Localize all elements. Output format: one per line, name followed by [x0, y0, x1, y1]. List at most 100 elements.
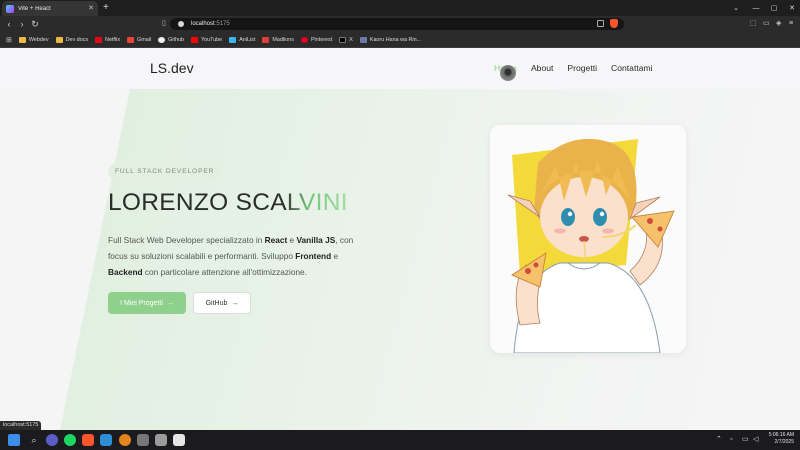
github-button[interactable]: GitHub → [193, 292, 251, 314]
apps-icon[interactable]: ⊞ [6, 36, 12, 44]
sidebar-icon[interactable]: ▭ [763, 19, 770, 29]
bookmark-github[interactable]: Github [158, 37, 184, 43]
desc-frontend: Frontend [295, 251, 332, 261]
close-window-button[interactable]: ✕ [782, 0, 800, 16]
role-badge: FULL STACK DEVELOPER [108, 163, 222, 180]
bookmark-kaoru[interactable]: Kaoru Hana wa Rin... [359, 37, 422, 43]
github-button-label: GitHub [205, 299, 228, 307]
brave-icon[interactable] [82, 434, 94, 446]
display-icon[interactable]: ▭ [742, 434, 749, 446]
forward-icon[interactable]: › [16, 18, 28, 30]
bookmark-anilist[interactable]: AniList [229, 37, 255, 43]
bookmark-madlions[interactable]: Madlions [262, 37, 294, 43]
bookmark-pinterest[interactable]: Pinterest [300, 37, 333, 43]
reload-icon[interactable]: ↻ [29, 18, 41, 30]
menu-icon[interactable]: ≡ [789, 19, 793, 29]
desc-text: e [331, 251, 339, 261]
name-highlight: LVINI [286, 189, 348, 216]
x-icon [339, 37, 347, 43]
hero-description: Full Stack Web Developer specializzato i… [108, 232, 370, 280]
madlions-icon [262, 37, 270, 43]
nav-contattami[interactable]: Contattami [611, 63, 653, 73]
tab-strip: Vite + React ✕ + ⌄ — ▢ ✕ [0, 0, 800, 16]
notion-icon[interactable] [173, 434, 185, 446]
folder-icon [18, 37, 26, 43]
bookmark-label: Gmail [137, 37, 152, 43]
brave-shields-icon[interactable] [610, 19, 618, 28]
search-icon[interactable]: ⌕ [28, 434, 40, 446]
settings-icon[interactable] [137, 434, 149, 446]
bookmark-label: Netflix [105, 37, 121, 43]
arrow-right-icon: → [166, 299, 174, 307]
url-host: localhost [191, 21, 215, 27]
desc-react: React [264, 235, 288, 245]
projects-button-label: I Miei Progetti [120, 299, 163, 307]
desc-text: Full Stack Web Developer specializzato i… [108, 235, 265, 245]
bookmarks-bar: ⊞ Webdev Dev docs Netflix Gmail Github Y… [0, 33, 800, 48]
app-icon[interactable] [155, 434, 167, 446]
browser-tab[interactable]: Vite + React ✕ [2, 1, 98, 16]
folder-icon [55, 37, 63, 43]
spotify-icon[interactable] [64, 434, 76, 446]
bookmark-label: Kaoru Hana wa Rin... [369, 37, 422, 43]
bookmark-label: Github [168, 37, 184, 43]
system-clock[interactable]: 5:06:16 AM 2/7/2025 [764, 432, 794, 446]
desc-text: con particolare attenzione all'ottimizza… [142, 267, 307, 277]
new-tab-button[interactable]: + [103, 1, 109, 15]
status-url-tooltip: localhost:5175 [0, 421, 42, 430]
bookmark-gmail[interactable]: Gmail [127, 37, 151, 43]
nav-links: Home About Progetti Contattami [494, 63, 653, 73]
bookmark-icon[interactable]: ▯ [162, 18, 166, 30]
anime-character-illustration [507, 138, 675, 353]
bookmark-label: Dev docs [65, 37, 89, 43]
maximize-button[interactable]: ▢ [764, 0, 784, 16]
tab-title: Vite + React [18, 5, 51, 12]
hero-name: LORENZO SCALVINI [108, 189, 348, 217]
desc-vanilla: Vanilla JS [296, 235, 336, 245]
clock-date: 2/7/2025 [774, 439, 794, 445]
bookmark-youtube[interactable]: YouTube [191, 37, 222, 43]
arrow-right-icon: → [231, 299, 239, 307]
address-bar[interactable]: localhost :5175 [170, 18, 624, 30]
minimize-button[interactable]: — [746, 0, 766, 16]
bookmark-label: YouTube [201, 37, 223, 43]
vscode-icon[interactable] [100, 434, 112, 446]
bookmark-x[interactable]: X [339, 37, 353, 43]
web-page: LS.dev Home About Progetti Contattami FU… [0, 48, 800, 430]
back-icon[interactable]: ‹ [3, 18, 15, 30]
discord-icon[interactable] [46, 434, 58, 446]
bookmark-label: AniList [239, 37, 256, 43]
bookmark-label: Webdev [28, 37, 49, 43]
browser-toolbar: ‹ › ↻ ▯ localhost :5175 ⬚ ▭ ◈ ≡ [0, 16, 800, 33]
bookmark-label: Madlions [272, 37, 294, 43]
desc-backend: Backend [108, 267, 143, 277]
tab-search-icon[interactable]: ⌄ [726, 0, 746, 16]
extensions-icon[interactable]: ⬚ [750, 19, 757, 29]
bookmark-dev-docs[interactable]: Dev docs [55, 37, 89, 43]
site-logo[interactable]: LS.dev [150, 60, 194, 76]
close-tab-icon[interactable]: ✕ [88, 5, 94, 12]
nav-about[interactable]: About [531, 63, 553, 73]
start-icon[interactable] [8, 434, 20, 446]
volume-icon[interactable]: ◁ [753, 434, 758, 446]
page-icon [359, 37, 367, 43]
projects-button[interactable]: I Miei Progetti → [108, 292, 186, 314]
windows-taskbar: ⌕ ⌃ ▫ ▭ ◁ 5:06:16 AM 2/7/2025 [0, 430, 800, 450]
vite-favicon-icon [6, 4, 14, 13]
hero-illustration [490, 125, 686, 353]
pinterest-icon [300, 37, 308, 43]
share-icon[interactable] [597, 20, 604, 27]
nav-progetti[interactable]: Progetti [567, 63, 597, 73]
bookmark-netflix[interactable]: Netflix [95, 37, 120, 43]
wallet-icon[interactable]: ◈ [776, 19, 781, 29]
bookmark-label: X [349, 37, 353, 43]
bookmark-webdev[interactable]: Webdev [18, 37, 49, 43]
blender-icon[interactable] [119, 434, 131, 446]
language-icon[interactable]: ▫ [730, 434, 732, 446]
name-dark: LORENZO SCA [108, 189, 287, 216]
bookmark-label: Pinterest [310, 37, 333, 43]
tray-chevron-icon[interactable]: ⌃ [716, 434, 722, 446]
site-info-icon[interactable] [178, 21, 184, 27]
url-port: :5175 [214, 21, 230, 27]
gmail-icon [127, 37, 135, 43]
